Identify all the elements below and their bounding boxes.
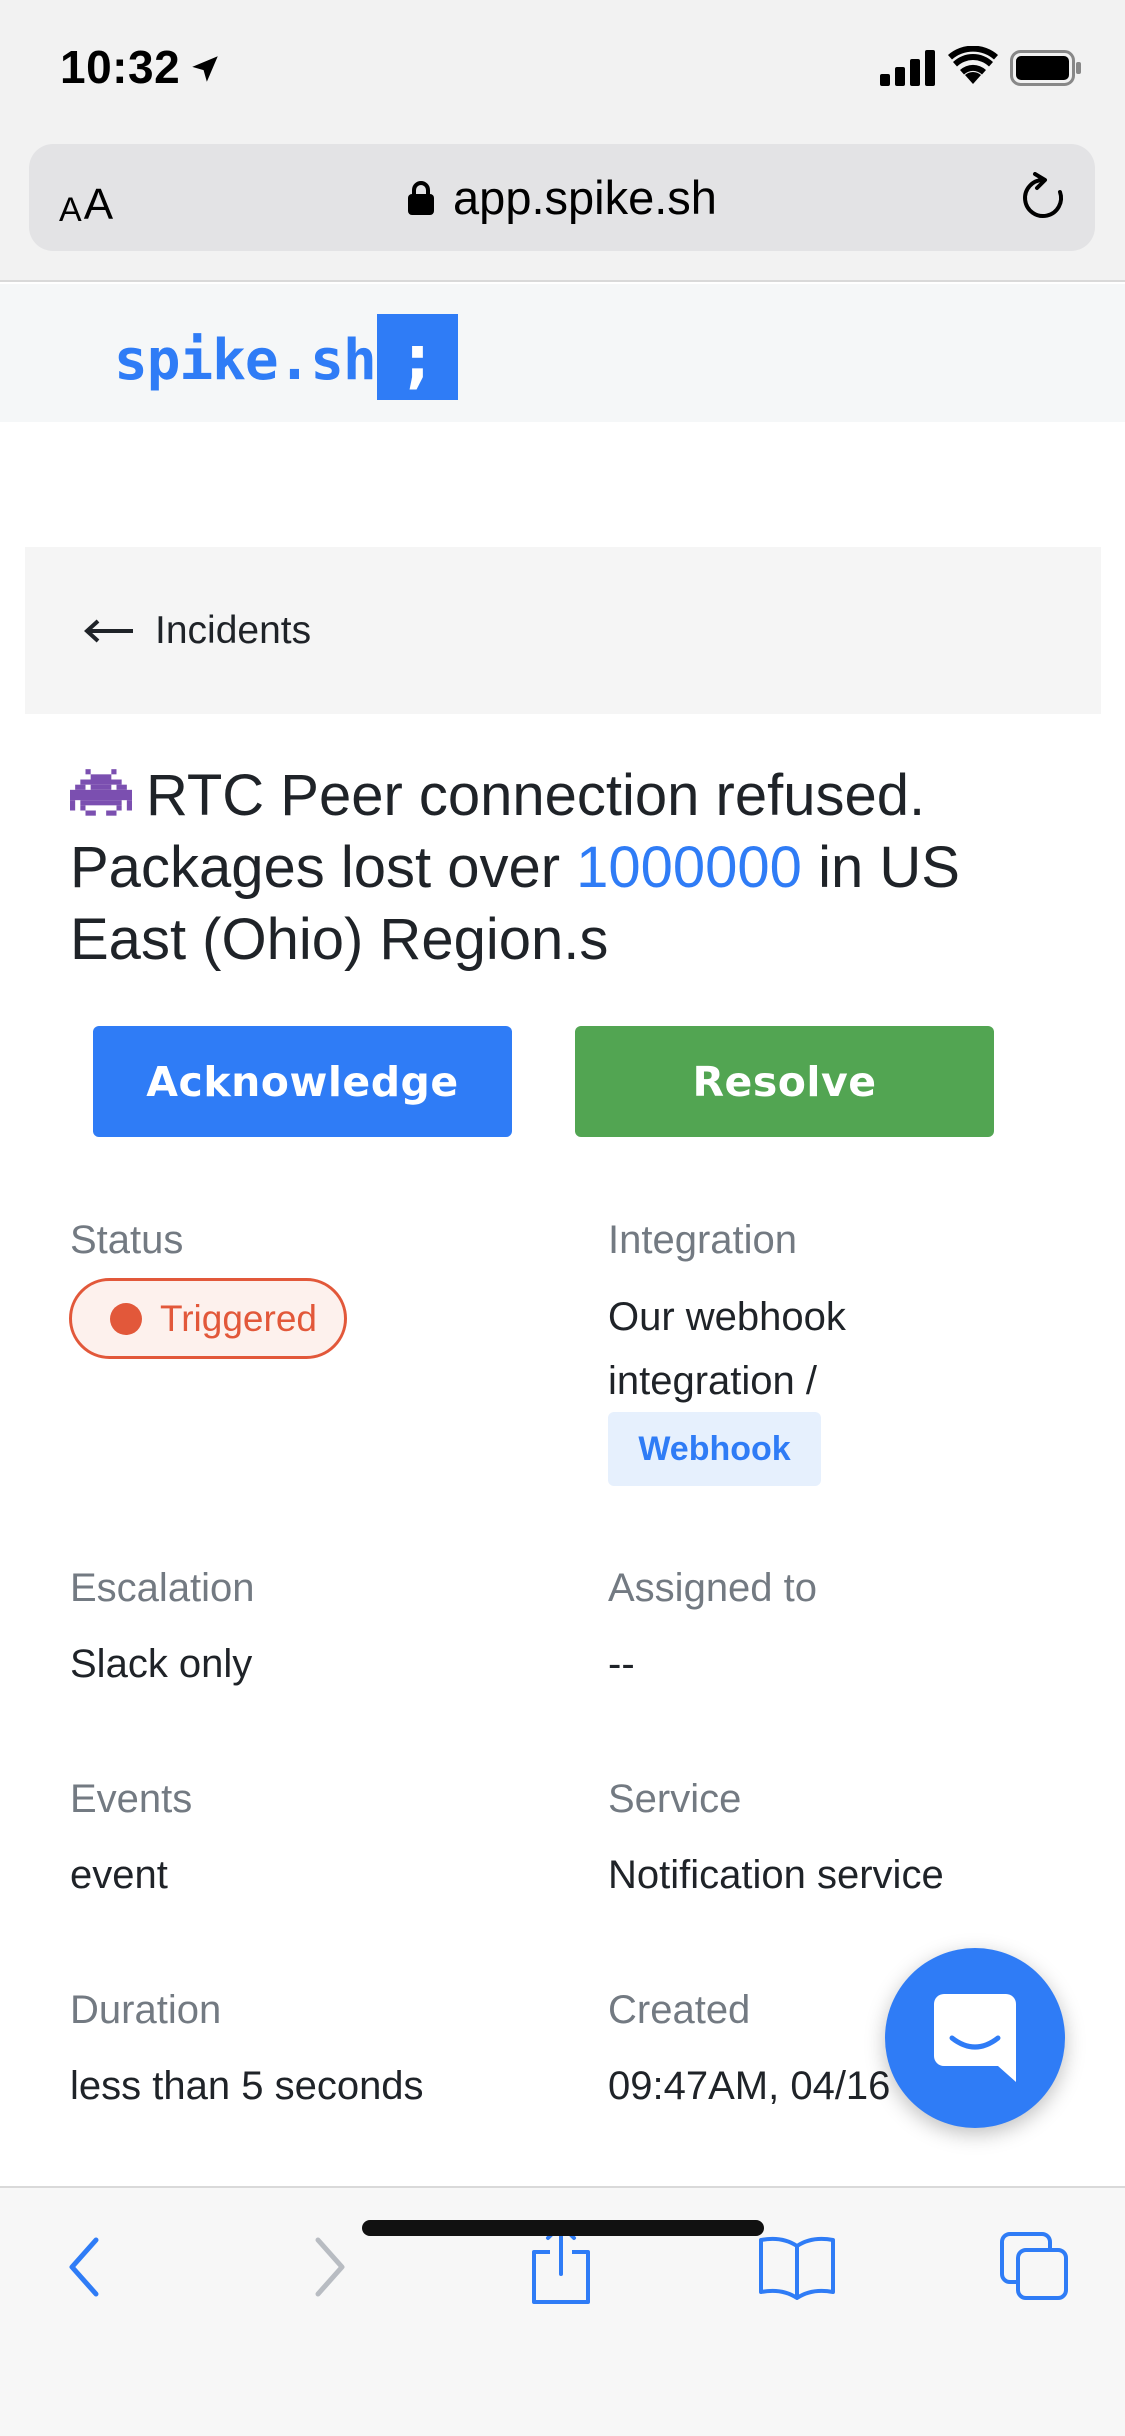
arrow-left-icon — [84, 619, 133, 642]
address-bar[interactable]: A A app.spike.sh — [29, 144, 1095, 251]
escalation-label: Escalation — [70, 1566, 255, 1610]
chat-launcher-button[interactable] — [885, 1948, 1065, 2128]
breadcrumb[interactable]: Incidents — [25, 547, 1101, 714]
app-header: spike.sh ; — [0, 284, 1125, 422]
status-badge: Triggered — [69, 1278, 347, 1359]
url-text: app.spike.sh — [453, 171, 717, 224]
incident-title: RTC Peer connection refused. Packages lo… — [70, 760, 1030, 976]
chat-icon — [934, 1994, 1016, 2082]
lock-icon — [408, 180, 435, 215]
acknowledge-button[interactable]: Acknowledge — [93, 1026, 512, 1137]
duration-value: less than 5 seconds — [70, 2064, 424, 2108]
events-label: Events — [70, 1777, 193, 1821]
created-label: Created — [608, 1988, 751, 2032]
reload-icon[interactable] — [1017, 172, 1069, 224]
integration-type-tag: Webhook — [608, 1412, 821, 1486]
integration-label: Integration — [608, 1218, 798, 1262]
duration-label: Duration — [70, 1988, 222, 2032]
status-value: Triggered — [160, 1297, 317, 1339]
page: 10:32 A A app.spike.sh spike.sh ; Incide… — [0, 0, 1125, 2436]
service-value: Notification service — [608, 1853, 944, 1897]
alien-monster-icon — [70, 769, 132, 816]
brand-name[interactable]: spike.sh — [114, 328, 377, 393]
url-display[interactable]: app.spike.sh — [29, 144, 1095, 251]
forward-icon[interactable] — [302, 2232, 352, 2302]
browser-address-area: A A app.spike.sh — [0, 140, 1125, 282]
tabs-icon[interactable] — [998, 2230, 1070, 2302]
assigned-label: Assigned to — [608, 1566, 818, 1610]
brand-logo[interactable]: ; — [377, 314, 458, 400]
resolve-button[interactable]: Resolve — [575, 1026, 994, 1137]
cellular-signal-icon — [880, 50, 935, 86]
breadcrumb-incidents[interactable]: Incidents — [155, 609, 311, 653]
battery-icon — [1010, 50, 1081, 86]
wifi-icon — [948, 46, 998, 84]
escalation-value: Slack only — [70, 1642, 253, 1686]
status-label: Status — [70, 1218, 184, 1262]
status-time: 10:32 — [60, 41, 181, 93]
service-label: Service — [608, 1777, 742, 1821]
events-value: event — [70, 1853, 168, 1897]
integration-value-line1: Our webhook — [608, 1295, 846, 1339]
home-indicator[interactable] — [362, 2220, 764, 2236]
status-bar: 10:32 — [0, 0, 1125, 140]
assigned-value: -- — [608, 1642, 635, 1686]
location-arrow-icon — [192, 56, 218, 82]
incident-title-number: 1000000 — [576, 835, 802, 900]
integration-value-line2: integration / — [608, 1359, 818, 1403]
back-icon[interactable] — [62, 2232, 112, 2302]
bookmarks-icon[interactable] — [758, 2234, 836, 2300]
created-value: 09:47AM, 04/16 — [608, 2064, 891, 2108]
status-dot-icon — [110, 1302, 142, 1335]
